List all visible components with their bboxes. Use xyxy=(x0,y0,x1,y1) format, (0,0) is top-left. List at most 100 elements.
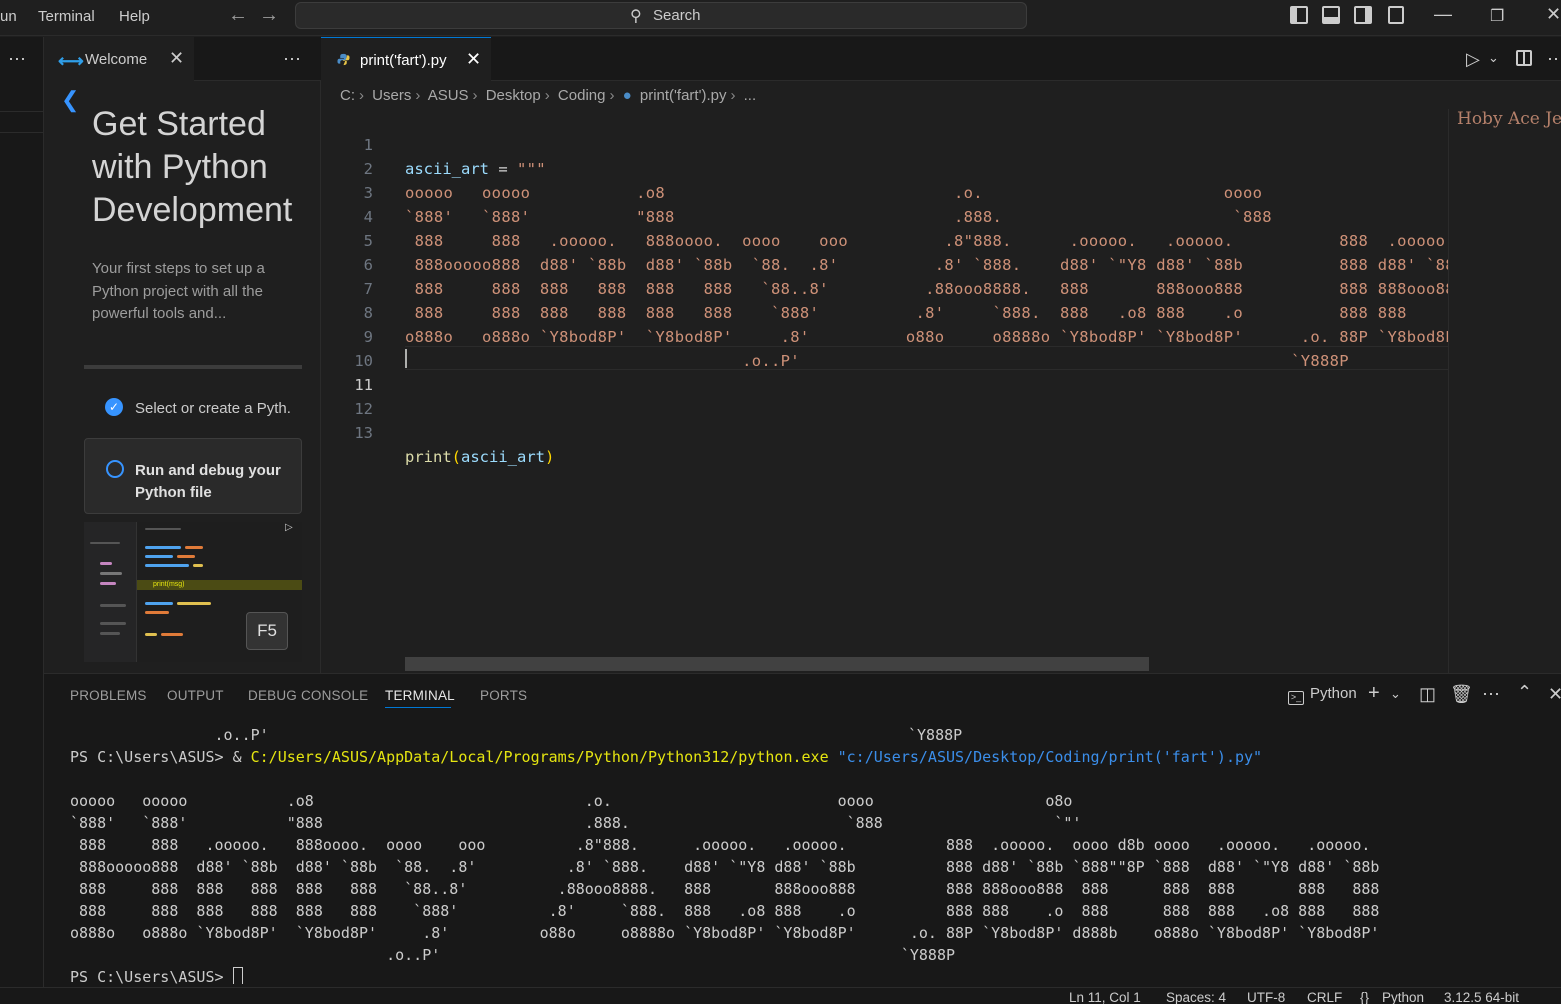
forward-arrow-icon[interactable]: → xyxy=(259,4,279,27)
code-text: ascii_art = """ xyxy=(405,157,546,181)
breadcrumb-item[interactable]: C: xyxy=(340,87,355,104)
terminal-text: `Y888P xyxy=(908,726,963,744)
tab-problems[interactable]: PROBLEMS xyxy=(70,688,147,703)
tab-debug-console[interactable]: DEBUG CONSOLE xyxy=(248,688,368,703)
terminal-text: .o..P' xyxy=(70,726,269,744)
preview-line xyxy=(145,528,181,530)
toggle-secondary-sidebar-icon[interactable] xyxy=(1354,6,1372,24)
trash-icon[interactable]: 🗑 xyxy=(1450,684,1473,705)
encoding[interactable]: UTF-8 xyxy=(1247,990,1285,1004)
ascii-art-line: ooooo ooooo .o8 .o. oooo xyxy=(405,184,1263,202)
script-path: "c:/Users/ASUS/Desktop/Coding/print('far… xyxy=(837,748,1263,766)
customize-layout-icon[interactable] xyxy=(1388,6,1404,24)
back-arrow-icon[interactable]: ← xyxy=(228,4,248,27)
tab-welcome[interactable]: ⟷ Welcome ✕ xyxy=(44,37,194,81)
paren-token: ( xyxy=(451,448,462,466)
breadcrumb-item[interactable]: Desktop xyxy=(486,87,541,104)
run-python-file-icon[interactable]: ▷ xyxy=(1466,49,1480,70)
tab-welcome-label: Welcome xyxy=(85,51,148,68)
chevron-down-icon[interactable]: ⌄ xyxy=(1488,50,1499,66)
more-actions-icon[interactable]: ⋯ xyxy=(1547,49,1561,70)
walkthrough-step-run-debug[interactable]: Run and debug your Python file xyxy=(84,438,302,514)
python-exe-path: C:/Users/ASUS/AppData/Local/Programs/Pyt… xyxy=(250,748,829,766)
preview-line xyxy=(100,572,122,575)
code-line: 6 888 888 888 888 888 888 `88..8' .88ooo… xyxy=(321,229,1448,298)
restore-icon[interactable]: ❐ xyxy=(1490,6,1504,26)
tab-terminal[interactable]: TERMINAL xyxy=(385,688,455,703)
preview-line xyxy=(100,562,112,565)
tab-ports[interactable]: PORTS xyxy=(480,688,527,703)
indentation[interactable]: Spaces: 4 xyxy=(1166,990,1226,1004)
toggle-panel-icon[interactable] xyxy=(1322,6,1340,24)
tab-output[interactable]: OUTPUT xyxy=(167,688,224,703)
close-icon[interactable]: ✕ xyxy=(1548,684,1561,705)
ascii-art-line: 888 888 888 888 888 888 `88..8' .88ooo88… xyxy=(405,280,1448,298)
breadcrumb-item[interactable]: print('fart').py xyxy=(640,87,727,104)
breadcrumb: C: › Users › ASUS › Desktop › Coding › ● prin… xyxy=(340,87,760,104)
terminal-line: ooooo ooooo .o8 .o. oooo o8o xyxy=(70,792,1073,810)
toggle-sidebar-icon[interactable] xyxy=(1290,6,1308,24)
checkmark-icon: ✓ xyxy=(105,398,123,416)
preview-line xyxy=(100,604,126,607)
split-editor-icon[interactable] xyxy=(1516,50,1532,66)
minimize-icon[interactable]: — xyxy=(1434,4,1452,25)
editor-tab-bar: print('fart').py ✕ ▷ ⌄ ⋯ xyxy=(321,37,1561,81)
language-mode[interactable]: Python xyxy=(1382,990,1424,1004)
menu-help[interactable]: Help xyxy=(119,8,150,25)
preview-line xyxy=(145,602,173,605)
ascii-art-line: 888 888 .ooooo. 888oooo. oooo ooo .8"888… xyxy=(405,232,1448,250)
welcome-tab-bar: ⟷ Welcome ✕ ⋯ xyxy=(44,37,321,81)
minimap[interactable]: Hoby Ace Je xyxy=(1448,109,1561,673)
chevron-down-icon[interactable]: ⌄ xyxy=(1390,686,1401,702)
code-line: 2 ooooo ooooo .o8 .o. oooo xyxy=(321,133,1262,202)
add-terminal-icon[interactable]: + xyxy=(1368,682,1380,705)
breadcrumb-item[interactable]: ... xyxy=(744,87,757,104)
more-actions-icon[interactable]: ⋯ xyxy=(283,49,301,70)
preview-caption: print(msg) xyxy=(153,581,185,588)
radio-circle-icon xyxy=(106,460,124,478)
code-editor[interactable]: 1 ascii_art = """ 2 ooooo ooooo .o8 .o. … xyxy=(321,109,1448,657)
menu-terminal[interactable]: Terminal xyxy=(38,8,95,25)
side-panel-selected-row[interactable] xyxy=(0,111,44,133)
close-icon[interactable]: ✕ xyxy=(169,48,184,69)
status-bar: Ln 11, Col 1 Spaces: 4 UTF-8 CRLF {} Pyt… xyxy=(0,987,1561,1004)
line-ending[interactable]: CRLF xyxy=(1307,990,1342,1004)
python-interpreter[interactable]: 3.12.5 64-bit xyxy=(1444,990,1519,1004)
progress-bar xyxy=(84,365,302,369)
preview-line xyxy=(161,633,183,636)
tab-print-fart-py[interactable]: print('fart').py ✕ xyxy=(321,37,491,81)
terminal-prompt: PS C:\Users\ASUS> xyxy=(70,748,233,766)
terminal-line: 888ooooo888 d88' `88b d88' `88b `88. .8'… xyxy=(70,858,1380,876)
breadcrumb-item[interactable]: Coding xyxy=(558,87,606,104)
more-actions-icon[interactable]: ⋯ xyxy=(8,49,27,70)
code-line: 10 xyxy=(321,325,377,370)
search-input[interactable]: ⚲ Search xyxy=(295,2,1027,29)
cursor-position[interactable]: Ln 11, Col 1 xyxy=(1069,990,1141,1004)
chevron-right-icon: › xyxy=(472,87,478,104)
variable-token: ascii_art xyxy=(405,160,489,178)
braces-icon: {} xyxy=(1360,990,1370,1004)
chevron-left-icon[interactable]: ❮ xyxy=(61,87,79,113)
close-icon[interactable]: ✕ xyxy=(466,49,481,70)
code-text: print(ascii_art) xyxy=(405,445,554,469)
terminal-icon: >_ xyxy=(1288,691,1304,705)
welcome-editor-group: ⟷ Welcome ✕ ⋯ ❮ Get Started with Python … xyxy=(44,37,321,673)
breadcrumb-item[interactable]: ASUS xyxy=(428,87,469,104)
chevron-up-icon[interactable]: ⌃ xyxy=(1517,682,1532,703)
preview-line xyxy=(145,611,169,614)
breadcrumb-item[interactable]: Users xyxy=(372,87,411,104)
walkthrough-step-select-interpreter[interactable]: ✓ Select or create a Pyth. xyxy=(84,387,314,431)
close-window-icon[interactable]: ✕ xyxy=(1546,4,1561,25)
ascii-art-line: .o..P' `Y888P xyxy=(405,352,1349,370)
chevron-right-icon: › xyxy=(415,87,421,104)
terminal-line: 888 888 .ooooo. 888oooo. oooo ooo .8"888… xyxy=(70,836,1371,854)
terminal-line: 888 888 888 888 888 888 `888' .8' `888. … xyxy=(70,902,1380,920)
horizontal-scrollbar[interactable] xyxy=(405,657,1149,671)
menu-run[interactable]: un xyxy=(0,8,17,25)
python-file-icon xyxy=(337,53,350,66)
more-actions-icon[interactable]: ⋯ xyxy=(1482,684,1500,705)
code-line: 12 xyxy=(321,373,377,418)
terminal-shell-selector[interactable]: >_ Python xyxy=(1288,685,1357,705)
split-terminal-icon[interactable]: ◫ xyxy=(1419,684,1436,705)
terminal-output[interactable]: .o..P' `Y888P PS C:\Users\ASUS> & C:/User… xyxy=(70,724,1550,984)
